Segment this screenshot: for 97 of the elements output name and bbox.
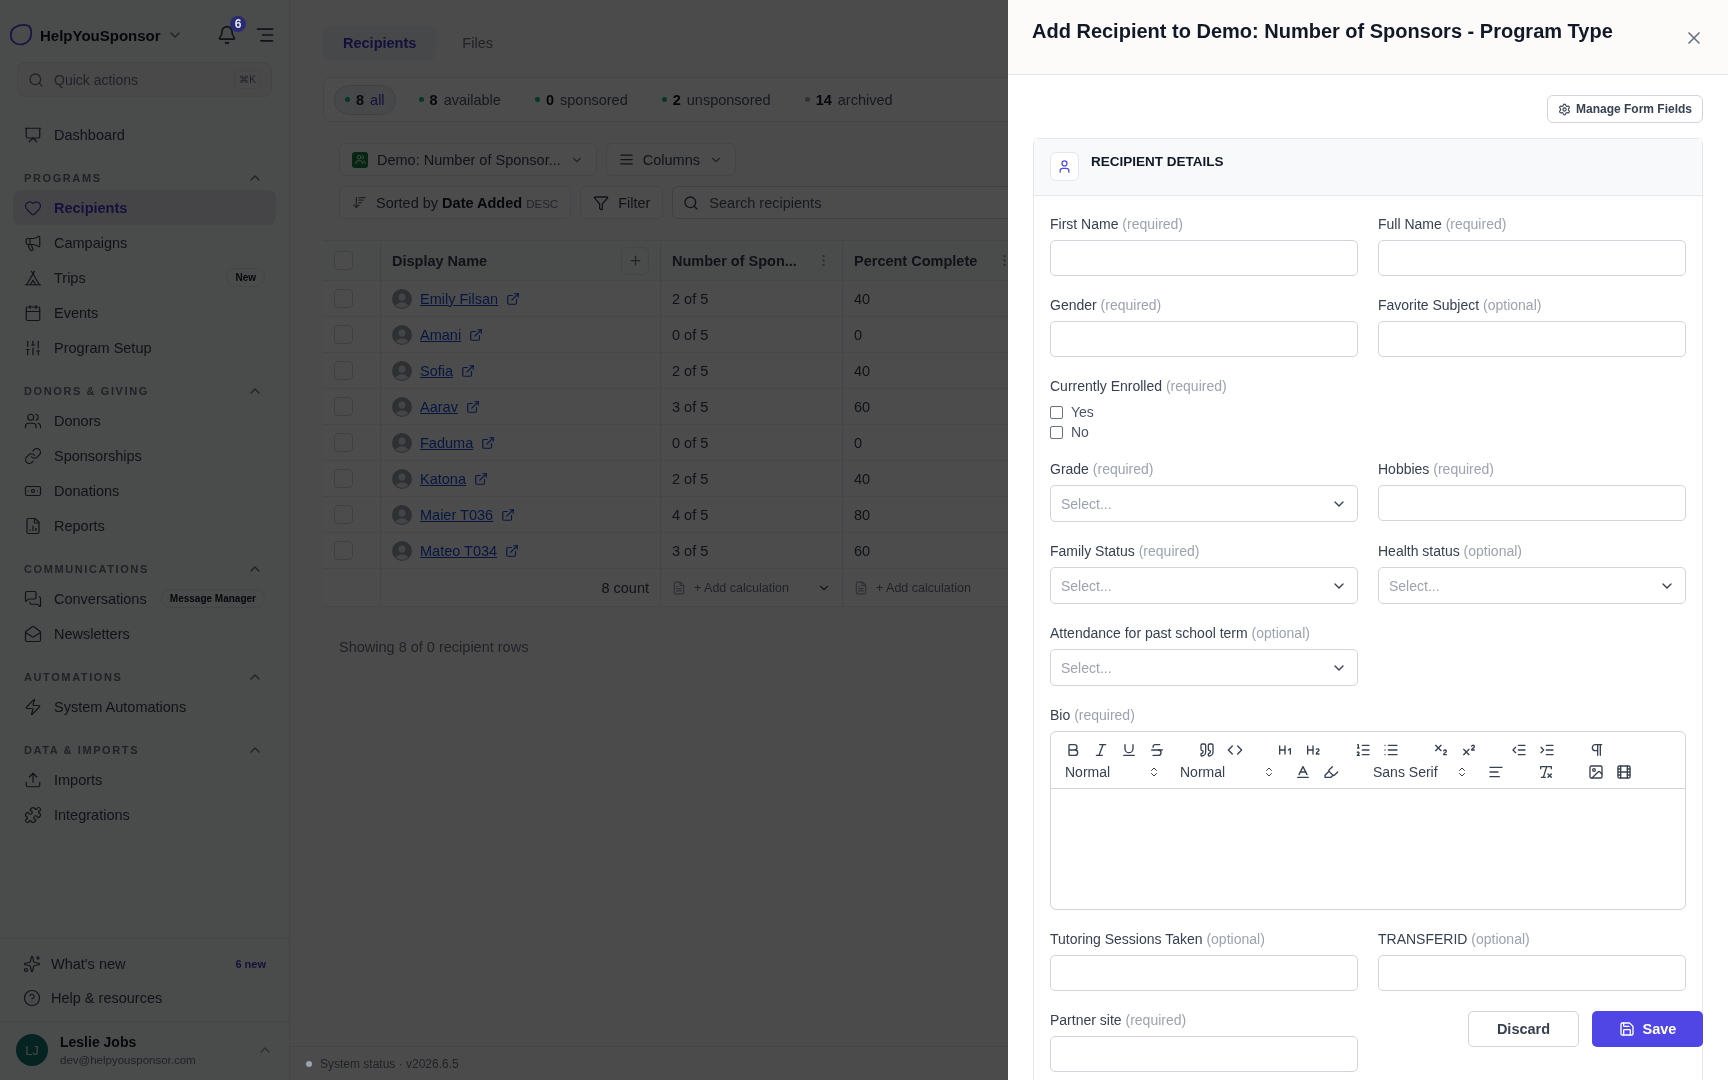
table-cell: 40 bbox=[854, 290, 871, 307]
table-cell: 0 of 5 bbox=[672, 326, 709, 343]
text-field[interactable] bbox=[1050, 321, 1358, 357]
up-down-icon bbox=[1456, 766, 1468, 778]
field-label: Currently Enrolled (required) bbox=[1050, 378, 1228, 394]
table-cell: 2 of 5 bbox=[672, 290, 709, 307]
checkbox[interactable] bbox=[1050, 425, 1063, 439]
user-name: Leslie Jobs bbox=[60, 1034, 138, 1050]
panel-title: Add Recipient to Demo: Number of Sponsors - Program Type bbox=[1032, 20, 1613, 43]
rich-text-editor[interactable]: Normal Normal Sans Serif bbox=[1050, 731, 1686, 910]
recipient-link[interactable]: Faduma bbox=[420, 434, 474, 451]
text-field[interactable] bbox=[1378, 955, 1686, 991]
format-dropdown[interactable]: Normal bbox=[1065, 764, 1160, 780]
underline-icon[interactable] bbox=[1121, 742, 1137, 758]
field-label: Favorite Subject (optional) bbox=[1378, 297, 1543, 313]
checkbox-option[interactable]: Yes bbox=[1050, 404, 1358, 420]
column-header: Number of Spon... bbox=[672, 252, 797, 269]
field-label: Health status (optional) bbox=[1378, 543, 1523, 559]
text-color-icon[interactable] bbox=[1295, 764, 1311, 780]
field-label: Hobbies (required) bbox=[1378, 461, 1495, 477]
new-count: 6 new bbox=[235, 958, 266, 970]
heading-two-icon[interactable] bbox=[1305, 742, 1321, 758]
field-label: Attendance for past school term (optional) bbox=[1050, 625, 1311, 641]
table-cell: 0 bbox=[854, 326, 863, 343]
strikethrough-icon[interactable] bbox=[1149, 742, 1165, 758]
clear-format-icon[interactable] bbox=[1538, 764, 1554, 780]
recipient-link[interactable]: Aarav bbox=[420, 398, 458, 415]
text-field[interactable] bbox=[1050, 1036, 1358, 1072]
table-cell: 4 of 5 bbox=[672, 506, 709, 523]
table-cell: 60 bbox=[854, 398, 871, 415]
field-label: Bio (required) bbox=[1050, 707, 1136, 723]
field-label: Family Status (required) bbox=[1050, 543, 1201, 559]
recipient-link[interactable]: Amani bbox=[420, 326, 462, 343]
recipient-link[interactable]: Mateo T034 bbox=[420, 542, 498, 559]
field-label: Gender (required) bbox=[1050, 297, 1163, 313]
film-icon[interactable] bbox=[1616, 764, 1632, 780]
field-label: First Name (required) bbox=[1050, 216, 1185, 232]
size-dropdown[interactable]: Normal bbox=[1180, 764, 1275, 780]
discard-button[interactable]: Discard bbox=[1468, 1011, 1579, 1047]
select-field[interactable]: Select... bbox=[1050, 567, 1358, 604]
select-field[interactable]: Select... bbox=[1050, 485, 1358, 522]
up-down-icon bbox=[1148, 766, 1160, 778]
indent-icon[interactable] bbox=[1539, 742, 1555, 758]
text-field[interactable] bbox=[1378, 321, 1686, 357]
user-icon bbox=[1057, 159, 1072, 174]
brand-name[interactable]: HelpYouSponsor bbox=[40, 26, 161, 44]
field-label: Partner site (required) bbox=[1050, 1012, 1188, 1028]
pilcrow-icon[interactable] bbox=[1589, 742, 1605, 758]
italic-icon[interactable] bbox=[1093, 742, 1109, 758]
table-cell: 2 of 5 bbox=[672, 470, 709, 487]
recipient-link[interactable]: Katona bbox=[420, 470, 466, 487]
table-cell: 3 of 5 bbox=[672, 398, 709, 415]
table-cell: 3 of 5 bbox=[672, 542, 709, 559]
table-cell: 40 bbox=[854, 362, 871, 379]
row-count: 8 count bbox=[601, 579, 649, 596]
numbered-list-icon[interactable] bbox=[1355, 742, 1371, 758]
text-field[interactable] bbox=[1050, 240, 1358, 276]
select-field[interactable]: Select... bbox=[1378, 567, 1686, 604]
field-label: Grade (required) bbox=[1050, 461, 1155, 477]
column-header: Display Name bbox=[392, 252, 488, 269]
table-cell: 0 bbox=[854, 434, 863, 451]
table-cell: 60 bbox=[854, 542, 871, 559]
manage-form-fields-button[interactable]: Manage Form Fields bbox=[1546, 95, 1703, 123]
code-icon[interactable] bbox=[1227, 742, 1243, 758]
field-label: TRANSFERID (optional) bbox=[1378, 931, 1531, 947]
highlighter-icon[interactable] bbox=[1323, 764, 1339, 780]
field-label: Tutoring Sessions Taken (optional) bbox=[1050, 931, 1266, 947]
field-label: Full Name (required) bbox=[1378, 216, 1508, 232]
section-title: RECIPIENT DETAILS bbox=[1091, 154, 1224, 169]
save-icon bbox=[1618, 1021, 1635, 1037]
outdent-icon[interactable] bbox=[1511, 742, 1527, 758]
recipient-link[interactable]: Maier T036 bbox=[420, 506, 494, 523]
font-dropdown[interactable]: Sans Serif bbox=[1373, 764, 1468, 780]
checkbox-option[interactable]: No bbox=[1050, 424, 1358, 440]
recipient-link[interactable]: Emily Filsan bbox=[420, 290, 499, 307]
select-field[interactable]: Select... bbox=[1050, 649, 1358, 686]
text-field[interactable] bbox=[1378, 240, 1686, 276]
gear-icon bbox=[1557, 102, 1571, 116]
text-field[interactable] bbox=[1378, 485, 1686, 521]
image-icon[interactable] bbox=[1588, 764, 1604, 780]
table-cell: 0 of 5 bbox=[672, 434, 709, 451]
column-header: Percent Complete bbox=[854, 252, 978, 269]
heading-one-icon[interactable] bbox=[1277, 742, 1293, 758]
save-button[interactable]: Save bbox=[1592, 1011, 1703, 1047]
table-cell: 2 of 5 bbox=[672, 362, 709, 379]
bold-icon[interactable] bbox=[1065, 742, 1081, 758]
superscript-icon[interactable] bbox=[1461, 742, 1477, 758]
recipient-link[interactable]: Sofia bbox=[420, 362, 454, 379]
checkbox[interactable] bbox=[1050, 405, 1063, 419]
table-cell: 80 bbox=[854, 506, 871, 523]
table-cell: 40 bbox=[854, 470, 871, 487]
quote-icon[interactable] bbox=[1199, 742, 1215, 758]
text-field[interactable] bbox=[1050, 955, 1358, 991]
up-down-icon bbox=[1263, 766, 1275, 778]
align-left-icon[interactable] bbox=[1488, 764, 1504, 780]
bullet-list-icon[interactable] bbox=[1383, 742, 1399, 758]
subscript-icon[interactable] bbox=[1433, 742, 1449, 758]
